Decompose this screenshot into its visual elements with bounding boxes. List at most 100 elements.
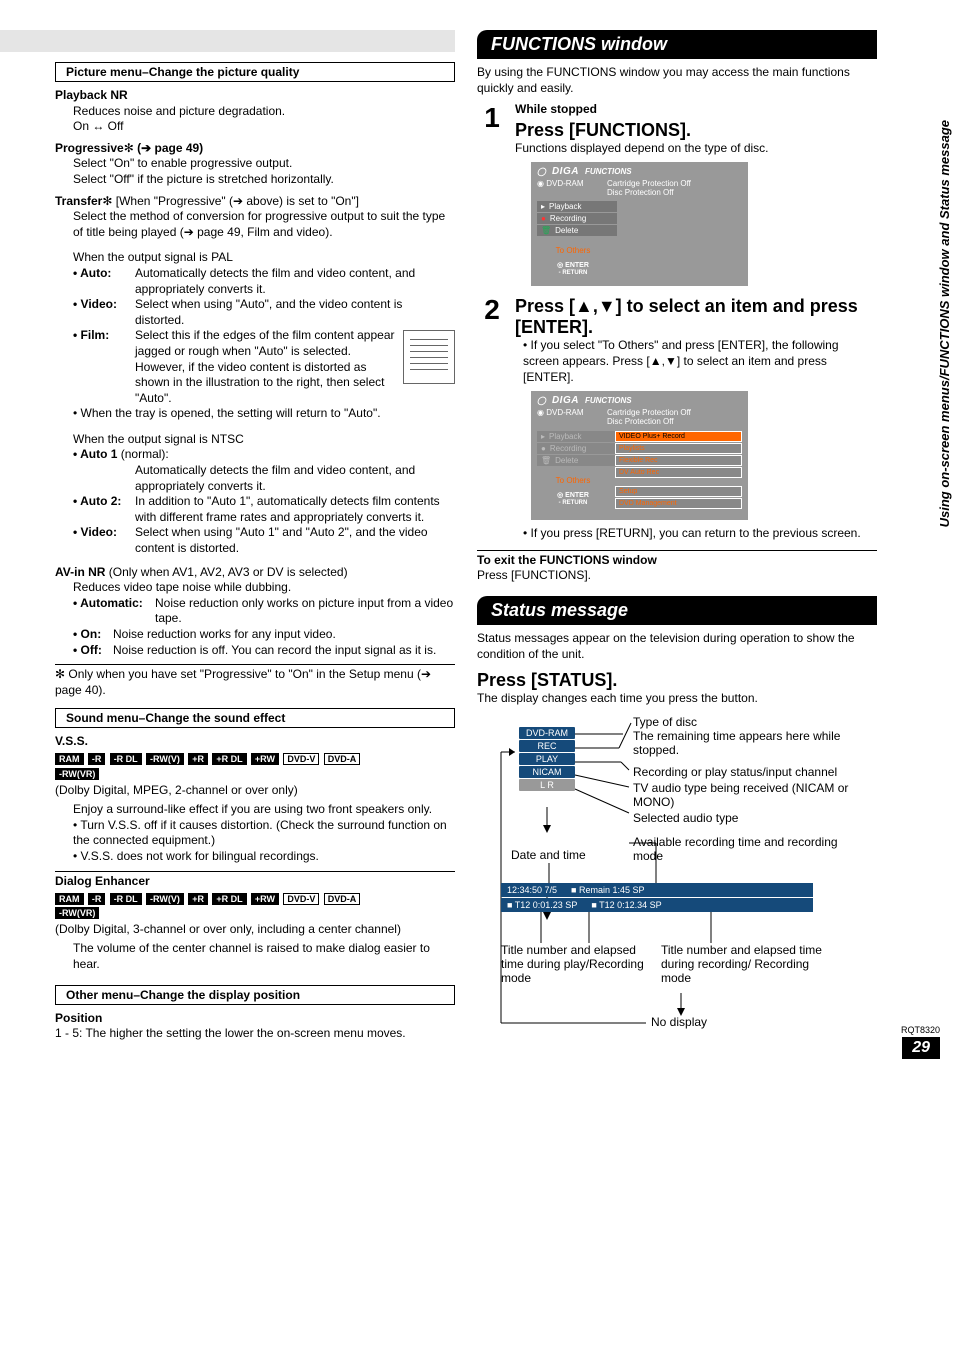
functions-label: FUNCTIONS — [585, 396, 632, 405]
progressive-footnote: ✻ Only when you have set "Progressive" t… — [55, 664, 455, 698]
ntsc-line: When the output signal is NTSC — [73, 432, 455, 448]
while-stopped: While stopped — [515, 102, 877, 118]
disc-icon: ◉ — [537, 179, 546, 188]
avin-cond: (Only when AV1, AV2, AV3 or DV is select… — [105, 565, 347, 579]
submenu-dv-auto-rec[interactable]: DV Auto Rec — [615, 467, 742, 478]
sound-menu-header: Sound menu–Change the sound effect — [55, 708, 455, 728]
label-title-right: Title number and elapsed time during rec… — [661, 943, 836, 985]
status-pills: DVD-RAM REC PLAY NICAM L R — [519, 727, 575, 792]
trash-icon: 🗑 — [541, 226, 551, 235]
label-no-display: No display — [651, 1015, 707, 1029]
menu-recording[interactable]: ●Recording — [537, 213, 617, 224]
step-number-1: 1 — [477, 102, 507, 288]
grey-bar — [0, 30, 455, 52]
automatic-label: • Automatic: — [73, 596, 155, 627]
badge-ram: RAM — [55, 753, 84, 765]
badge-dvda: DVD-A — [324, 893, 361, 905]
other-menu-header: Other menu–Change the display position — [55, 985, 455, 1005]
position-title: Position — [55, 1011, 455, 1027]
step2-bullet-2: • If you press [RETURN], you can return … — [523, 526, 877, 542]
playback-nr-desc: Reduces noise and picture degradation. — [73, 104, 455, 120]
menu-playback-dim: ▸Playback — [537, 431, 617, 442]
off-label: • Off: — [73, 643, 113, 659]
strip2-right: ■ T12 0:12.34 SP — [591, 900, 661, 910]
brand: DIGA — [552, 166, 579, 177]
menu-delete[interactable]: 🗑Delete — [537, 225, 617, 236]
asterisk-icon: ✻ — [102, 194, 115, 208]
badge-rdl: -R DL — [110, 753, 142, 765]
menu-to-others[interactable]: To Others — [537, 476, 609, 485]
menu-recording-dim: ●Recording — [537, 443, 617, 454]
pill-rec: REC — [519, 740, 575, 752]
label-tvaudio: TV audio type being received (NICAM or M… — [633, 781, 873, 809]
pill-lr: L R — [519, 779, 575, 791]
menu-playback[interactable]: ▸Playback — [537, 201, 617, 212]
submenu-flexible-rec[interactable]: Flexible Rec — [615, 455, 742, 466]
progressive-line: Progressive✻ (➔ page 49) — [55, 141, 455, 157]
badge-r: -R — [88, 893, 106, 905]
vss-badges: RAM -R -R DL -RW(V) +R +R DL +RW DVD-V D… — [55, 752, 455, 781]
badge-plusr: +R — [188, 893, 208, 905]
auto-text: Automatically detects the film and video… — [135, 266, 455, 297]
auto1-normal: (normal): — [117, 447, 168, 461]
rec-icon: ● — [541, 214, 546, 223]
video2-text: Select when using "Auto 1" and "Auto 2",… — [135, 525, 455, 556]
submenu-playlists[interactable]: Playlists — [615, 443, 742, 454]
label-title-left: Title number and elapsed time during pla… — [501, 943, 646, 985]
on-label: • On: — [73, 627, 113, 643]
cartridge-protection: Cartridge Protection Off — [607, 408, 742, 417]
strip1-right: ■ Remain 1:45 SP — [571, 885, 644, 895]
badge-r: -R — [88, 753, 106, 765]
playback-nr-onoff: On ↔ Off — [73, 119, 455, 135]
badge-rwv: -RW(V) — [146, 893, 184, 905]
badge-plusrdl: +R DL — [212, 893, 246, 905]
menu-to-others[interactable]: To Others — [537, 246, 609, 255]
functions-window-title: FUNCTIONS window — [477, 30, 877, 59]
transfer-desc: Select the method of conversion for prog… — [73, 209, 455, 240]
playback-nr-title: Playback NR — [55, 88, 455, 104]
disc-protection: Disc Protection Off — [607, 417, 742, 426]
exit-functions-title: To exit the FUNCTIONS window — [477, 553, 877, 569]
progressive-off: Select "Off" if the picture is stretched… — [73, 172, 455, 188]
cartridge-protection: Cartridge Protection Off — [607, 179, 742, 188]
rqt-code: RQT8320 — [901, 1025, 940, 1035]
side-tab: Using on-screen menus/FUNCTIONS window a… — [937, 120, 952, 527]
status-message-title: Status message — [477, 596, 877, 625]
progressive-ref: (➔ page 49) — [137, 141, 203, 155]
badge-rwvr: -RW(VR) — [55, 907, 99, 919]
badge-plusrdl: +R DL — [212, 753, 246, 765]
dialog-cond: (Dolby Digital, 3-channel or over only, … — [55, 922, 455, 938]
automatic-text: Noise reduction only works on picture in… — [155, 596, 455, 627]
functions-label: FUNCTIONS — [585, 167, 632, 176]
page-footer: RQT8320 29 — [901, 1025, 940, 1059]
pal-line: When the output signal is PAL — [73, 250, 455, 266]
video2-label: • Video: — [73, 525, 135, 556]
pill-dvdram: DVD-RAM — [519, 727, 575, 739]
oval-icon: ◯ — [537, 167, 546, 176]
submenu-videoplus[interactable]: VIDEO Plus+ Record — [615, 431, 742, 442]
step-number-2: 2 — [477, 294, 507, 541]
status-strip-1: 12:34:50 7/5 ■ Remain 1:45 SP — [501, 883, 813, 897]
step-1: 1 While stopped Press [FUNCTIONS]. Funct… — [477, 102, 877, 288]
functions-intro: By using the FUNCTIONS window you may ac… — [477, 65, 877, 96]
oval-icon: ◯ — [537, 396, 546, 405]
strip2-left: ■ T12 0:01.23 SP — [507, 900, 577, 910]
badge-dvdv: DVD-V — [283, 753, 319, 765]
video-label: • Video: — [73, 297, 135, 328]
page: Picture menu–Change the picture quality … — [0, 0, 954, 1059]
label-remaining: The remaining time appears here while st… — [633, 729, 863, 757]
play-icon: ▸ — [541, 202, 545, 211]
functions-screenshot-1: ◯DIGA FUNCTIONS ◉ DVD-RAM Cartridge Prot… — [531, 162, 748, 286]
label-type-of-disc: Type of disc — [633, 715, 697, 729]
transfer-title: Transfer — [55, 194, 102, 208]
step-2: 2 Press [▲,▼] to select an item and pres… — [477, 294, 877, 541]
badge-dvda: DVD-A — [324, 753, 361, 765]
dialog-desc: The volume of the center channel is rais… — [73, 941, 455, 972]
badge-plusrw: +RW — [251, 893, 279, 905]
submenu-setup[interactable]: Setup — [615, 486, 742, 497]
status-intro: Status messages appear on the television… — [477, 631, 877, 662]
left-column: Picture menu–Change the picture quality … — [55, 30, 455, 1059]
auto1-text: Automatically detects the film and video… — [135, 463, 455, 494]
submenu-dvd-management[interactable]: DVD Management — [615, 498, 742, 509]
auto2-label: • Auto 2: — [73, 494, 135, 525]
